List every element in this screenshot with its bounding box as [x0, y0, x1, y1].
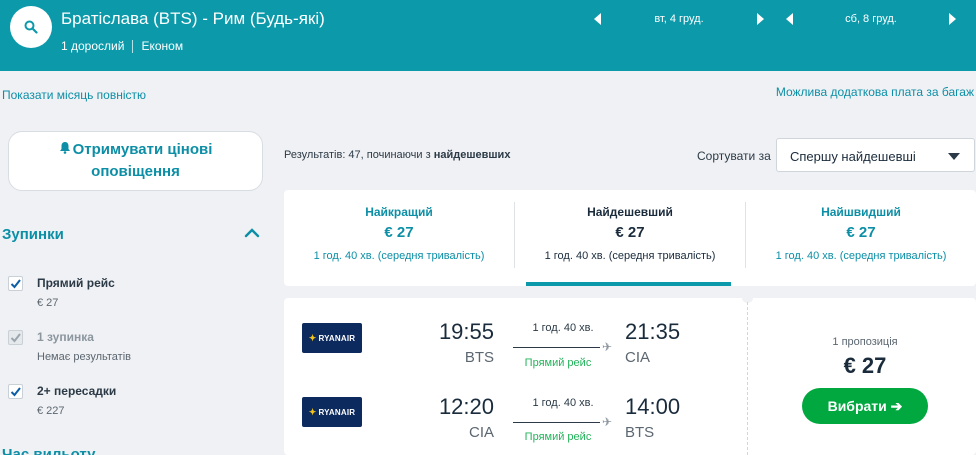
checkmark-icon: [10, 333, 21, 343]
search-button[interactable]: [10, 6, 52, 48]
airline-name: RYANAIR: [318, 333, 356, 343]
direct-checkbox[interactable]: [8, 276, 23, 291]
one-stop-checkbox: [8, 330, 23, 345]
stops-info: Прямий рейс: [524, 431, 592, 443]
two-plus-checkbox[interactable]: [8, 384, 23, 399]
route-title[interactable]: Братіслава (BTS) - Рим (Будь-які): [61, 9, 325, 29]
active-tab-indicator: [526, 282, 731, 286]
departure-time: 12:20: [438, 394, 494, 419]
plane-icon: ✈: [602, 340, 613, 354]
airline-name: RYANAIR: [318, 407, 356, 417]
select-flight-button[interactable]: Вибрати ➔: [802, 388, 928, 424]
return-date[interactable]: сб, 8 груд.: [793, 13, 949, 25]
departure-airport: CIA: [468, 424, 494, 441]
tab-duration: 1 год. 40 хв. (середня тривалість): [313, 250, 485, 262]
prev-return-date-arrow-icon[interactable]: [786, 13, 793, 25]
ryanair-harp-icon: ✦: [308, 406, 317, 417]
passenger-count: 1 дорослий: [61, 39, 125, 53]
filter-label: Прямий рейс: [37, 276, 115, 290]
passenger-cabin-info[interactable]: 1 дорослий Економ: [61, 39, 183, 53]
arrival-airport: CIA: [625, 349, 651, 366]
tab-price: € 27: [615, 224, 645, 241]
flight-duration: 1 год. 40 хв.: [532, 397, 594, 409]
next-depart-date-arrow-icon[interactable]: [757, 13, 764, 25]
arrival-time: 14:00: [625, 394, 681, 419]
sort-label: Сортувати за: [697, 149, 771, 163]
checkmark-icon: [10, 279, 21, 289]
price-alert-button[interactable]: Отримувати цінові оповіщення: [8, 131, 263, 191]
caret-down-icon: [948, 153, 960, 160]
stops-title: Зупинки: [2, 226, 64, 243]
offers-count: 1 пропозиція: [832, 336, 898, 348]
tab-name: Найкращий: [365, 205, 433, 219]
baggage-fee-link[interactable]: Можлива додаткова плата за багаж: [776, 85, 974, 99]
filter-label: 2+ пересадки: [37, 384, 117, 398]
results-count: Результатів: 47, починаючи з найдешевших: [284, 149, 510, 161]
tab-fastest[interactable]: Найшвидший € 27 1 год. 40 хв. (середня т…: [746, 190, 976, 286]
airline-logo: ✦ RYANAIR: [302, 323, 362, 353]
sort-dropdown[interactable]: Спершу найдешевші: [776, 138, 975, 172]
result-price: € 27: [843, 353, 887, 378]
filter-price: € 227: [37, 405, 65, 417]
arrival-time: 21:35: [625, 319, 681, 344]
arrival-airport: BTS: [625, 424, 655, 441]
departure-airport: BTS: [464, 349, 494, 366]
next-return-date-arrow-icon[interactable]: [949, 13, 956, 25]
sort-tabs: Найкращий € 27 1 год. 40 хв. (середня тр…: [284, 190, 976, 286]
flight-result-card[interactable]: ✦ RYANAIR 19:55 BTS 1 год. 40 хв. ✈ Прями…: [284, 293, 976, 455]
divider: [132, 39, 134, 53]
flight-duration: 1 год. 40 хв.: [532, 322, 594, 334]
filter-label: 1 зупинка: [37, 330, 94, 344]
tab-duration: 1 год. 40 хв. (середня тривалість): [775, 250, 947, 262]
prev-depart-date-arrow-icon[interactable]: [594, 13, 601, 25]
flight-line: [513, 347, 600, 348]
search-icon: [24, 20, 38, 34]
search-header: Братіслава (BTS) - Рим (Будь-які) 1 доро…: [0, 0, 976, 71]
results-count-text: Результатів: 47, починаючи з: [284, 149, 434, 161]
tab-price: € 27: [846, 224, 876, 241]
departure-time: 19:55: [438, 319, 494, 344]
stops-info: Прямий рейс: [524, 357, 592, 369]
tab-duration: 1 год. 40 хв. (середня тривалість): [544, 250, 716, 262]
tab-name: Найшвидший: [821, 205, 901, 219]
checkmark-icon: [10, 387, 21, 397]
price-alert-line1: Отримувати цінові: [72, 141, 213, 158]
results-count-emphasis: найдешевших: [433, 149, 511, 161]
ryanair-harp-icon: ✦: [308, 332, 317, 343]
depart-date[interactable]: вт, 4 груд.: [601, 13, 757, 25]
departure-time-section-header[interactable]: Час вильоту: [2, 446, 262, 455]
price-alert-label: Отримувати цінові оповіщення: [59, 139, 213, 183]
tab-name: Найдешевший: [587, 205, 673, 219]
ticket-divider: [747, 302, 748, 455]
stops-section-header[interactable]: Зупинки: [2, 226, 262, 244]
flight-line: [513, 422, 600, 423]
tab-best[interactable]: Найкращий € 27 1 год. 40 хв. (середня тр…: [284, 190, 514, 286]
show-full-month-link[interactable]: Показати місяць повністю: [2, 88, 146, 102]
cabin-class: Економ: [141, 39, 184, 53]
tab-cheapest[interactable]: Найдешевший € 27 1 год. 40 хв. (середня …: [515, 190, 745, 286]
bell-icon: [59, 139, 71, 161]
plane-icon: ✈: [602, 415, 613, 429]
filter-price: Немає результатів: [37, 351, 131, 363]
sort-value: Спершу найдешевші: [790, 149, 916, 164]
filter-price: € 27: [37, 297, 59, 309]
tab-price: € 27: [384, 224, 414, 241]
depart-date-nav: вт, 4 груд.: [594, 11, 764, 27]
return-date-nav: сб, 8 груд.: [786, 11, 956, 27]
airline-logo: ✦ RYANAIR: [302, 397, 362, 427]
chevron-up-icon: [244, 228, 260, 238]
price-alert-line2: оповіщення: [91, 163, 180, 180]
